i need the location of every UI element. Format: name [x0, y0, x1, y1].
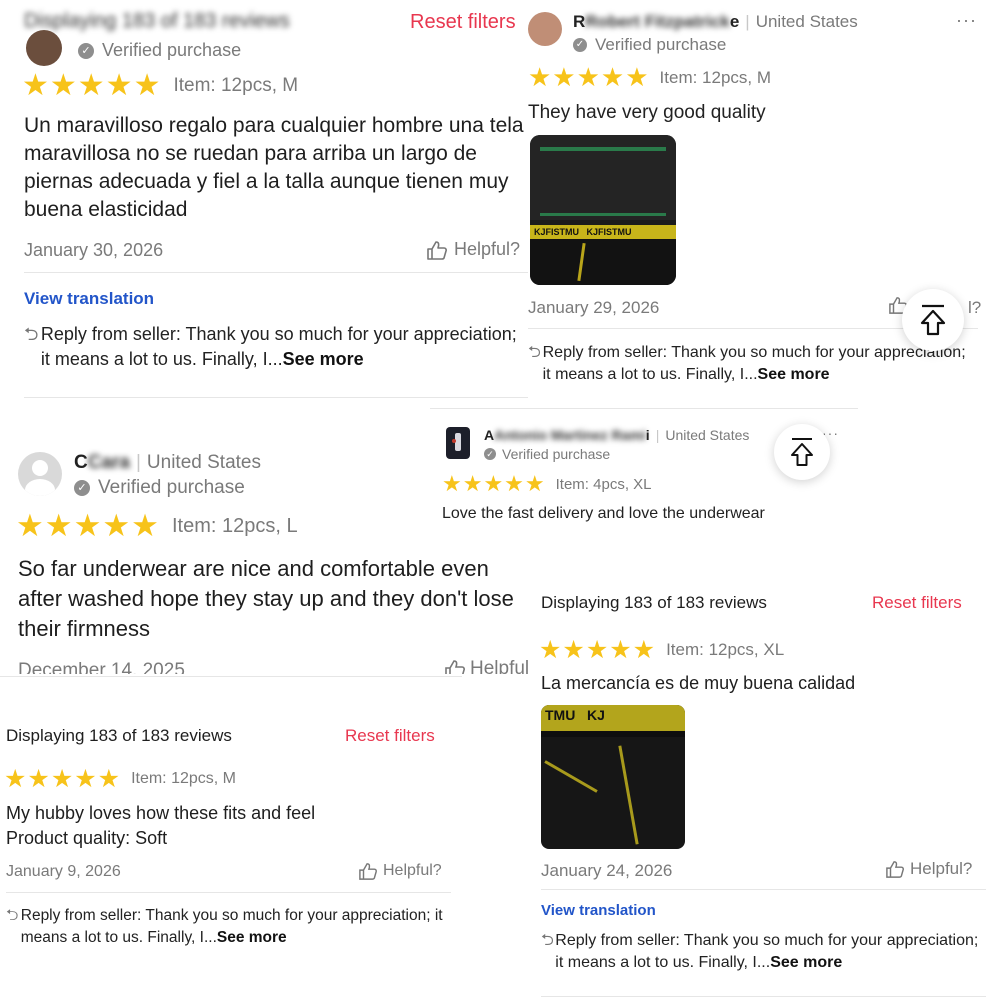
reset-filters-button[interactable]: Reset filters	[872, 593, 962, 613]
reviewer-name: Antonio Martinez Rami	[494, 427, 646, 443]
star-rating: ★★★★★	[442, 471, 546, 496]
view-translation-link[interactable]: View translation	[541, 902, 656, 919]
see-more-link[interactable]: See more	[283, 349, 364, 369]
verified-purchase: ✓ Verified purchase	[573, 35, 726, 55]
star-rating: ★★★★★	[4, 765, 122, 793]
review-body: My hubby loves how these fits and feel P…	[6, 801, 315, 851]
photo-brand-text: TMU KJ	[545, 707, 605, 723]
seller-reply: ⮌ Reply from seller: Thank you so much f…	[24, 322, 524, 372]
review-date: December 14, 2025	[18, 660, 185, 674]
review-body-line: Product quality: Soft	[6, 828, 168, 848]
item-variant: Item: 12pcs, M	[173, 74, 299, 96]
review-count-header: Displaying 183 of 183 reviews	[541, 593, 767, 612]
helpful-button[interactable]: Helpful?	[358, 862, 442, 880]
item-variant: Item: 12pcs, M	[659, 67, 772, 87]
thumbs-up-icon	[886, 861, 904, 878]
seller-reply: ⮌ Reply from seller: Thank you so much f…	[541, 930, 981, 974]
arrow-up-to-top-icon	[920, 304, 946, 336]
check-badge-icon: ✓	[573, 38, 587, 52]
avatar	[18, 452, 62, 496]
review-body: They have very good quality	[528, 102, 766, 123]
reviewer-name: Cara	[87, 452, 130, 473]
rating-row: ★★★★★ Item: 4pcs, XL	[442, 471, 652, 497]
helpful-button[interactable]: Helpful?	[426, 239, 520, 260]
divider	[541, 889, 986, 890]
review-photo[interactable]: TMU KJ	[541, 705, 685, 849]
divider	[24, 272, 530, 273]
star-rating: ★★★★★	[22, 69, 162, 102]
rating-row: ★★★★★ Item: 12pcs, XL	[539, 635, 784, 665]
scroll-to-top-button[interactable]	[774, 424, 830, 480]
review-panel-f: Displaying 183 of 183 reviews Reset filt…	[530, 566, 1000, 1000]
divider	[541, 996, 986, 997]
verified-purchase: ✓ Verified purchase	[78, 40, 241, 61]
avatar	[26, 30, 62, 66]
review-date: January 29, 2026	[528, 298, 660, 317]
review-date: January 24, 2026	[541, 861, 673, 880]
review-count-header: Displaying 183 of 183 reviews	[6, 726, 232, 745]
reviewer-header: C Cara | United States	[74, 452, 261, 473]
scroll-to-top-button[interactable]	[902, 289, 964, 351]
review-body: Love the fast delivery and love the unde…	[442, 505, 765, 522]
helpful-label-partial: l?	[968, 298, 982, 317]
review-date: January 30, 2026	[24, 240, 164, 260]
divider	[24, 397, 530, 398]
review-body: So far underwear are nice and comfortabl…	[18, 556, 514, 641]
star-rating: ★★★★★	[528, 62, 650, 92]
reviewer-header: R Robert Fitzpatrick e | United States	[573, 12, 858, 31]
reply-arrow-icon: ⮌	[541, 932, 554, 949]
see-more-link[interactable]: See more	[217, 929, 287, 946]
reset-filters-button[interactable]: Reset filters	[410, 11, 516, 34]
arrow-up-to-top-icon	[791, 438, 813, 466]
rating-row: ★★★★★ Item: 12pcs, M	[4, 764, 236, 794]
thumbs-up-icon	[427, 240, 447, 260]
view-translation-link[interactable]: View translation	[24, 289, 154, 309]
review-photo[interactable]: KJFISTMU KJFISTMU	[530, 135, 676, 285]
rating-row: ★★★★★ Item: 12pcs, L	[16, 508, 298, 544]
review-body-line: My hubby loves how these fits and feel	[6, 803, 316, 823]
check-badge-icon: ✓	[74, 480, 90, 496]
item-variant: Item: 4pcs, XL	[555, 475, 652, 493]
avatar	[528, 12, 562, 46]
divider	[6, 892, 451, 893]
star-rating: ★★★★★	[16, 508, 160, 543]
item-variant: Item: 12pcs, L	[171, 514, 298, 537]
photo-brand-text: KJFISTMU KJFISTMU	[534, 227, 632, 237]
rating-row: ★★★★★ Item: 12pcs, M	[528, 62, 771, 93]
avatar	[446, 427, 470, 459]
reply-arrow-icon: ⮌	[6, 907, 19, 924]
thumbs-up-icon	[359, 863, 377, 880]
rating-row: ★★★★★ Item: 12pcs, M	[22, 68, 298, 103]
star-rating: ★★★★★	[539, 636, 657, 664]
see-more-link[interactable]: See more	[770, 954, 842, 971]
review-date: January 9, 2026	[6, 863, 121, 880]
more-options-button[interactable]: ···	[956, 10, 977, 31]
reviewer-country: United States	[755, 12, 858, 31]
reply-arrow-icon: ⮌	[24, 324, 39, 344]
item-variant: Item: 12pcs, M	[131, 770, 236, 787]
item-variant: Item: 12pcs, XL	[666, 640, 785, 659]
seller-reply: ⮌ Reply from seller: Thank you so much f…	[6, 905, 446, 949]
review-panel-a: Displaying 183 of 183 reviews Reset filt…	[0, 0, 530, 420]
review-count-header: Displaying 183 of 183 reviews	[24, 10, 290, 32]
reset-filters-button[interactable]: Reset filters	[345, 726, 435, 746]
verified-purchase: ✓ Verified purchase	[484, 446, 610, 462]
review-panel-e: Displaying 183 of 183 reviews Reset filt…	[0, 676, 462, 1001]
reviewer-name: Robert Fitzpatrick	[585, 12, 730, 31]
review-body: La mercancía es de muy buena calidad	[541, 673, 856, 693]
reviewer-header: A Antonio Martinez Rami i | United State…	[484, 427, 750, 443]
review-body: Un maravilloso regalo para cualquier hom…	[24, 114, 524, 221]
reviewer-country: United States	[146, 452, 261, 473]
helpful-button[interactable]: Helpful	[444, 658, 529, 674]
helpful-button[interactable]: Helpful?	[885, 859, 972, 879]
check-badge-icon: ✓	[78, 42, 94, 59]
see-more-link[interactable]: See more	[758, 366, 830, 383]
reviewer-country: United States	[665, 427, 750, 443]
verified-purchase: ✓ Verified purchase	[74, 477, 245, 499]
check-badge-icon: ✓	[484, 448, 496, 460]
reply-arrow-icon: ⮌	[528, 344, 541, 361]
thumbs-up-icon	[445, 660, 465, 674]
